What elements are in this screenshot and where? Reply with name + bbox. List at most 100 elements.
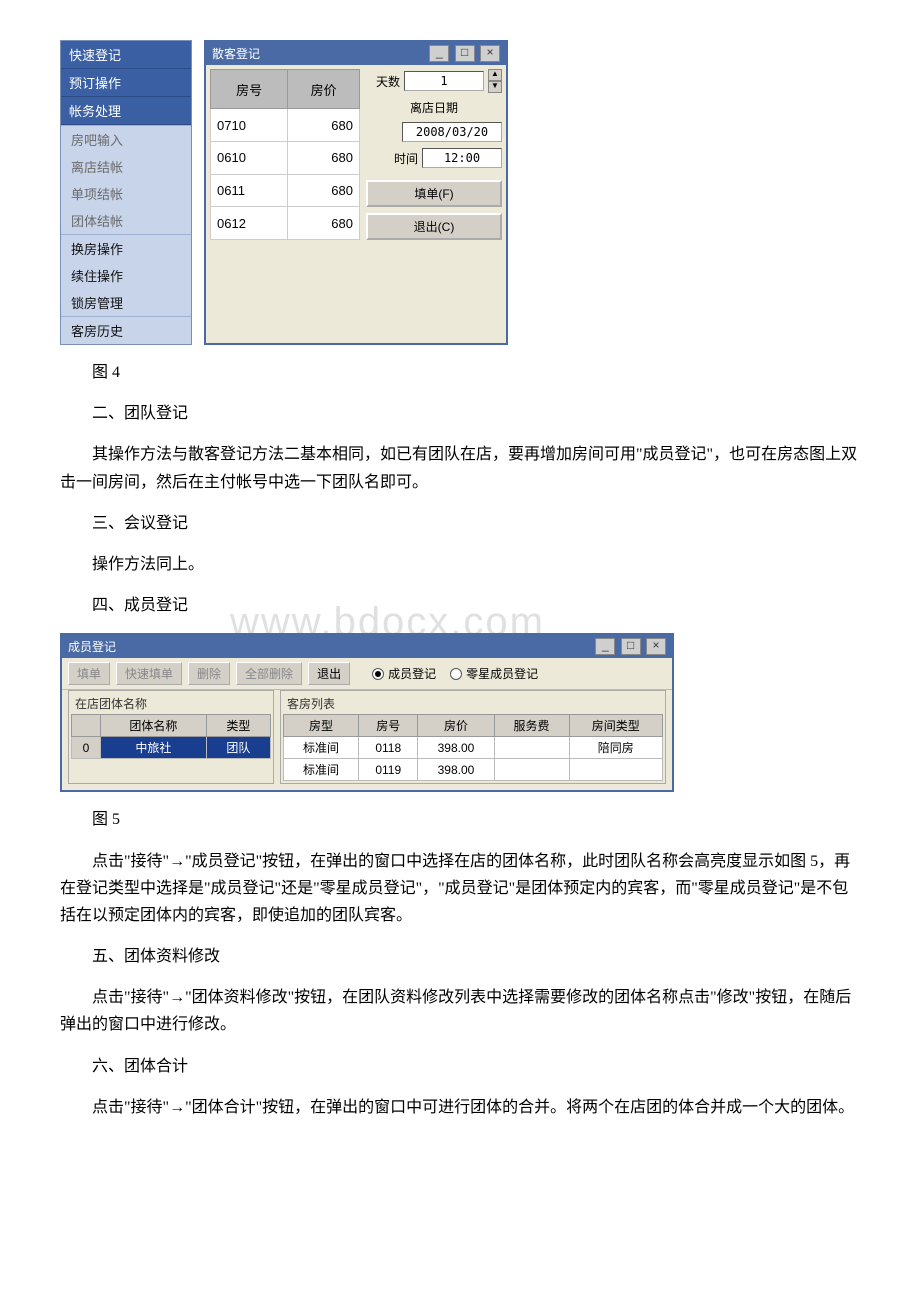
radio-sporadic[interactable]: 零星成员登记 — [450, 665, 538, 682]
col-room-type: 房型 — [284, 715, 359, 737]
dialog-title: 散客登记 — [212, 45, 260, 62]
dialog-title: 成员登记 — [68, 638, 116, 655]
minimize-icon[interactable]: _ — [429, 45, 449, 62]
room-table: 房号 房价 0710680 0610680 0611680 0612680 — [210, 69, 360, 240]
section-title: 三、会议登记 — [60, 510, 860, 537]
col-room: 房号 — [211, 70, 288, 109]
body-text: 其操作方法与散客登记方法二基本相同，如已有团队在店，要再增加房间可用"成员登记"… — [60, 441, 860, 495]
days-spinner[interactable]: ▲▼ — [488, 69, 502, 93]
nav-item[interactable]: 客房历史 — [61, 317, 191, 344]
radio-dot-icon — [372, 668, 384, 680]
cell-service-fee — [494, 759, 569, 781]
body-text: 点击"接待"→"团体合计"按钮，在弹出的窗口中可进行团体的合并。将两个在店团的体… — [60, 1094, 860, 1121]
delete-button[interactable]: 删除 — [188, 662, 230, 685]
quickfill-button[interactable]: 快速填单 — [116, 662, 182, 685]
dialog-titlebar: 成员登记 _ □ × — [62, 635, 672, 658]
delete-all-button[interactable]: 全部删除 — [236, 662, 302, 685]
cell-group-type: 团队 — [206, 737, 270, 759]
figure-caption: 图 4 — [60, 359, 860, 386]
cell-price: 680 — [288, 207, 360, 240]
minimize-icon[interactable]: _ — [595, 638, 615, 655]
nav-item[interactable]: 续住操作 — [61, 262, 191, 289]
col-group-name: 团体名称 — [101, 715, 207, 737]
cell-price: 680 — [288, 109, 360, 142]
col-service-fee: 服务费 — [494, 715, 569, 737]
nav-item[interactable]: 单项结帐 — [61, 180, 191, 207]
radio-label: 成员登记 — [388, 665, 436, 682]
table-row[interactable]: 0610680 — [211, 141, 360, 174]
fill-button[interactable]: 填单 — [68, 662, 110, 685]
nav-item[interactable]: 团体结帐 — [61, 207, 191, 234]
table-row[interactable]: 0611680 — [211, 174, 360, 207]
cell-room: 0710 — [211, 109, 288, 142]
time-input[interactable]: 12:00 — [422, 148, 502, 168]
table-row[interactable]: 0710680 — [211, 109, 360, 142]
dialog-titlebar: 散客登记 _ □ × — [206, 42, 506, 65]
nav-header[interactable]: 帐务处理 — [61, 97, 191, 125]
cell-price: 680 — [288, 174, 360, 207]
cell-room: 0612 — [211, 207, 288, 240]
time-label: 时间 — [394, 150, 418, 167]
side-nav: 快速登记 预订操作 帐务处理 房吧输入 离店结帐 单项结帐 团体结帐 换房操作 … — [60, 40, 192, 345]
group-list-panel: 在店团体名称 团体名称 类型 0 中旅社 团队 — [68, 690, 274, 784]
toolbar: 填单 快速填单 删除 全部删除 退出 成员登记 零星成员登记 — [62, 658, 672, 690]
cell-room-price: 398.00 — [418, 737, 494, 759]
section-title: 五、团体资料修改 — [60, 943, 860, 970]
cell-price: 680 — [288, 141, 360, 174]
section-title: 二、团队登记 — [60, 400, 860, 427]
nav-item[interactable]: 换房操作 — [61, 235, 191, 262]
col-index — [72, 715, 101, 737]
cell-room: 0610 — [211, 141, 288, 174]
exit-button[interactable]: 退出(C) — [366, 213, 502, 240]
leave-date-label: 离店日期 — [410, 99, 458, 116]
fill-button[interactable]: 填单(F) — [366, 180, 502, 207]
figure-4: 快速登记 预订操作 帐务处理 房吧输入 离店结帐 单项结帐 团体结帐 换房操作 … — [60, 40, 860, 345]
cell-index: 0 — [72, 737, 101, 759]
col-room-cat: 房间类型 — [569, 715, 662, 737]
close-icon[interactable]: × — [480, 45, 500, 62]
room-list-panel: 客房列表 房型 房号 房价 服务费 房间类型 标准间 0118 398.00 陪… — [280, 690, 666, 784]
radio-label: 零星成员登记 — [466, 665, 538, 682]
nav-item[interactable]: 房吧输入 — [61, 126, 191, 153]
nav-item[interactable]: 锁房管理 — [61, 289, 191, 316]
cell-room-type: 标准间 — [284, 759, 359, 781]
nav-header[interactable]: 预订操作 — [61, 69, 191, 97]
panel-caption: 客房列表 — [287, 695, 663, 712]
radio-member[interactable]: 成员登记 — [372, 665, 436, 682]
col-price: 房价 — [288, 70, 360, 109]
nav-header[interactable]: 快速登记 — [61, 41, 191, 69]
section-title: 六、团体合计 — [60, 1053, 860, 1080]
guest-register-dialog: 散客登记 _ □ × 房号 房价 0710680 0610680 0611680… — [204, 40, 508, 345]
body-text: 点击"接待"→"团体资料修改"按钮，在团队资料修改列表中选择需要修改的团体名称点… — [60, 984, 860, 1038]
table-row[interactable]: 0612680 — [211, 207, 360, 240]
cell-room-no: 0119 — [359, 759, 418, 781]
figure-caption: 图 5 — [60, 806, 860, 833]
maximize-icon[interactable]: □ — [621, 638, 641, 655]
col-room-price: 房价 — [418, 715, 494, 737]
cell-service-fee — [494, 737, 569, 759]
nav-item[interactable]: 离店结帐 — [61, 153, 191, 180]
cell-room-price: 398.00 — [418, 759, 494, 781]
cell-room: 0611 — [211, 174, 288, 207]
maximize-icon[interactable]: □ — [455, 45, 475, 62]
member-register-dialog: 成员登记 _ □ × 填单 快速填单 删除 全部删除 退出 成员登记 零星成员登… — [60, 633, 674, 792]
days-input[interactable]: 1 — [404, 71, 484, 91]
cell-room-cat — [569, 759, 662, 781]
body-text: 操作方法同上。 — [60, 551, 860, 578]
days-label: 天数 — [376, 73, 400, 90]
panel-caption: 在店团体名称 — [75, 695, 271, 712]
table-row[interactable]: 标准间 0119 398.00 — [284, 759, 663, 781]
table-row[interactable]: 0 中旅社 团队 — [72, 737, 271, 759]
col-group-type: 类型 — [206, 715, 270, 737]
cell-room-type: 标准间 — [284, 737, 359, 759]
col-room-no: 房号 — [359, 715, 418, 737]
exit-button[interactable]: 退出 — [308, 662, 350, 685]
cell-room-cat: 陪同房 — [569, 737, 662, 759]
table-row[interactable]: 标准间 0118 398.00 陪同房 — [284, 737, 663, 759]
close-icon[interactable]: × — [646, 638, 666, 655]
cell-group-name: 中旅社 — [101, 737, 207, 759]
section-title: 四、成员登记 — [60, 592, 860, 619]
cell-room-no: 0118 — [359, 737, 418, 759]
radio-dot-icon — [450, 668, 462, 680]
leave-date-input[interactable]: 2008/03/20 — [402, 122, 502, 142]
